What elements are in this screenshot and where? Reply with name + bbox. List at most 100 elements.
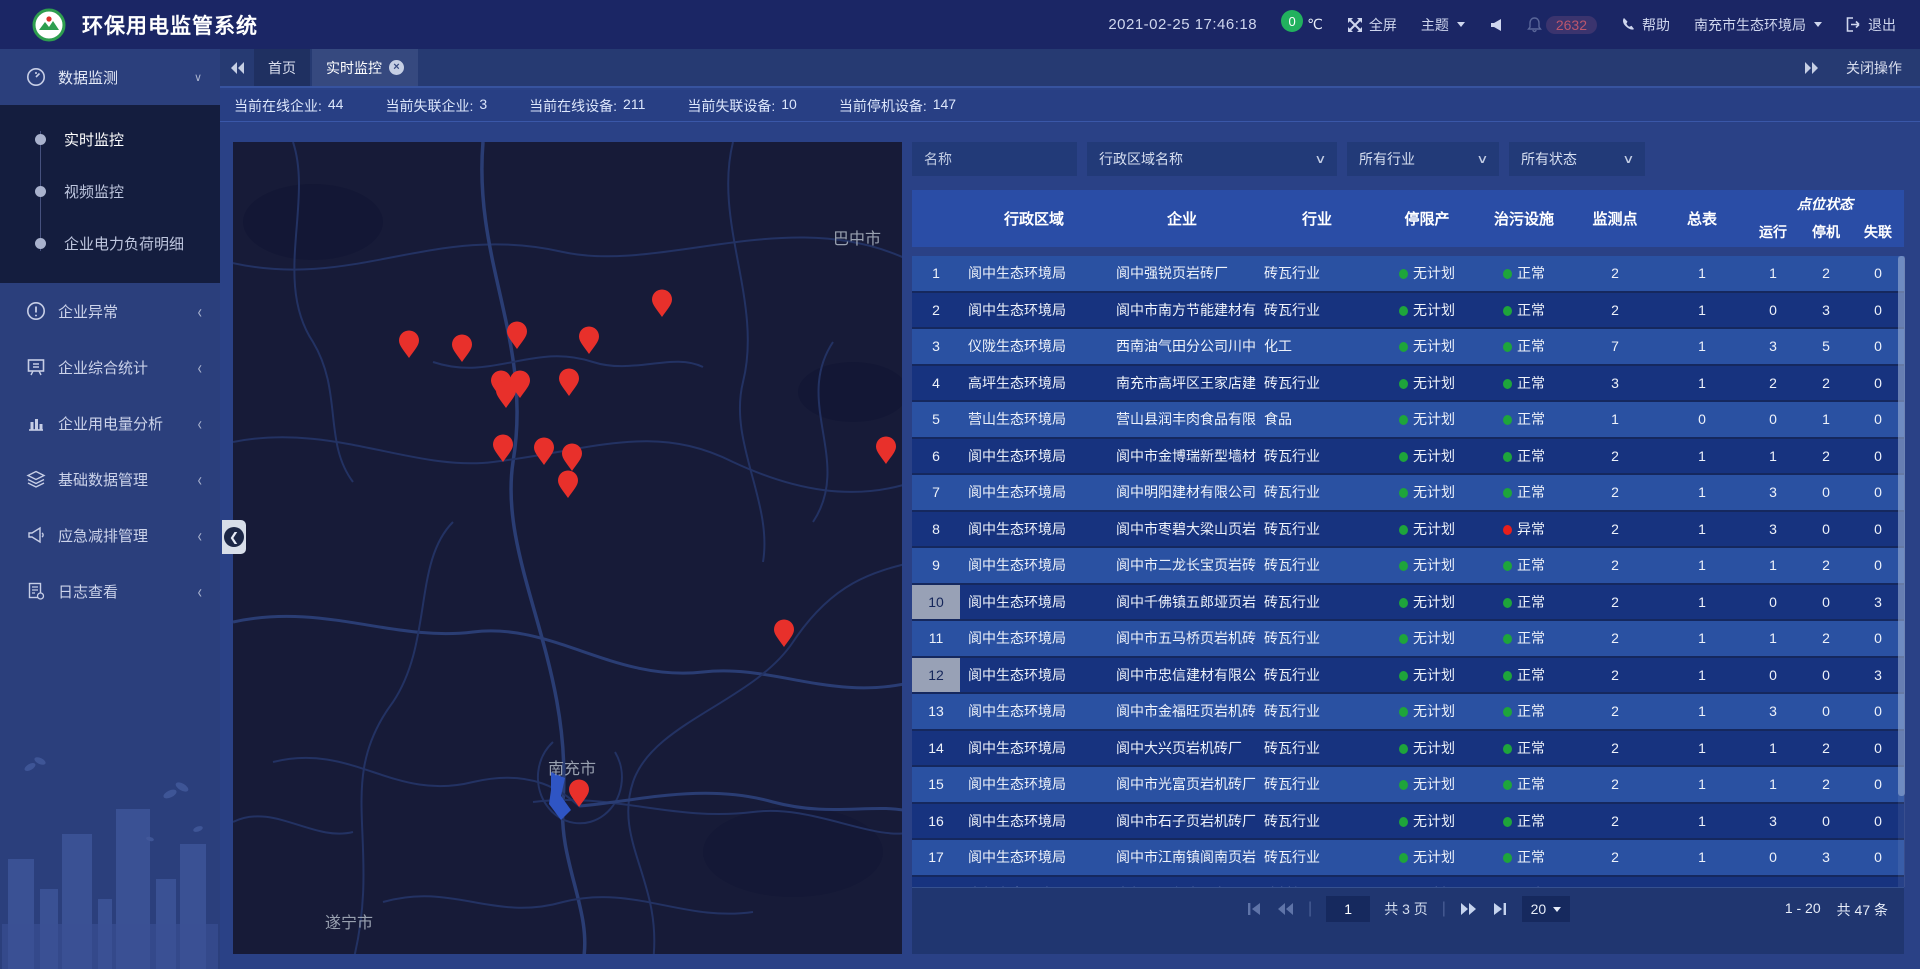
first-page-button[interactable] [1246, 902, 1262, 916]
last-page-button[interactable] [1492, 902, 1508, 916]
bar-chart-icon [26, 413, 46, 433]
next-page-button[interactable] [1460, 902, 1478, 916]
table-row[interactable]: 5 营山生态环境局 营山县润丰肉食品有限 食品 无计划 正常 1 0 0 1 0 [912, 402, 1904, 439]
sidebar-group-log-view[interactable]: 日志查看 ‹ [0, 563, 220, 619]
cell-industry: 砖瓦行业 [1256, 738, 1378, 758]
map-pin[interactable] [534, 438, 554, 466]
cell-company: 阆中千佛镇五郎垭页岩 [1108, 592, 1256, 612]
tab-home[interactable]: 首页 [254, 49, 310, 86]
notifications[interactable]: 2632 [1527, 16, 1597, 34]
cell-pollution-facility: 正常 [1476, 665, 1572, 685]
map[interactable]: 巴中市南充市遂宁市 [233, 142, 902, 954]
cell-industry: 砖瓦行业 [1256, 847, 1378, 867]
map-pin[interactable] [558, 471, 578, 499]
page-size-select[interactable]: 20 [1522, 896, 1570, 922]
map-panel-collapse-handle[interactable]: ❮ [222, 520, 246, 554]
map-pin[interactable] [559, 369, 579, 397]
table-row[interactable]: 13 阆中生态环境局 阆中市金福旺页岩机砖 砖瓦行业 无计划 正常 2 1 3 … [912, 694, 1904, 731]
sidebar-group-emergency-reduction[interactable]: 应急减排管理 ‹ [0, 507, 220, 563]
sidebar-group-power-analysis[interactable]: 企业用电量分析 ‹ [0, 395, 220, 451]
double-chevron-right-icon[interactable] [1804, 61, 1820, 75]
map-pin[interactable] [562, 444, 582, 472]
cell-stopped: 0 [1800, 667, 1852, 683]
tab-close-icon[interactable]: × [389, 60, 404, 75]
table-row[interactable]: 3 仪陇生态环境局 西南油气田分公司川中 化工 无计划 正常 7 1 3 5 0 [912, 329, 1904, 366]
table-row[interactable]: 9 阆中生态环境局 阆中市二龙长宝页岩砖 砖瓦行业 无计划 正常 2 1 1 2… [912, 548, 1904, 585]
map-pin[interactable] [399, 331, 419, 359]
stat-value: 211 [623, 96, 645, 116]
logout-button[interactable]: 退出 [1846, 15, 1896, 35]
status-dot [1399, 525, 1408, 535]
region-select[interactable]: 行政区域名称 ∨ [1087, 142, 1337, 176]
close-operations-button[interactable]: 关闭操作 [1846, 58, 1902, 78]
cell-region: 阆中生态环境局 [960, 701, 1108, 721]
chevron-left-icon: ❮ [224, 527, 244, 547]
table-row[interactable]: 4 高坪生态环境局 南充市高坪区王家店建 砖瓦行业 无计划 正常 3 1 2 2… [912, 366, 1904, 403]
status-dot [1399, 342, 1408, 352]
sidebar-group-data-monitoring[interactable]: 数据监测 ∨ [0, 49, 220, 105]
cell-company: 阆中市金福旺页岩机砖 [1108, 701, 1256, 721]
table-row[interactable]: 17 阆中生态环境局 阆中市江南镇阆南页岩 砖瓦行业 无计划 正常 2 1 0 … [912, 840, 1904, 877]
sidebar-group-enterprise-statistics[interactable]: 企业综合统计 ‹ [0, 339, 220, 395]
table-row[interactable]: 14 阆中生态环境局 阆中大兴页岩机砖厂 砖瓦行业 无计划 正常 2 1 1 2… [912, 731, 1904, 768]
cell-lost: 0 [1852, 411, 1904, 427]
status-dot [1399, 452, 1408, 462]
cell-industry: 化工 [1256, 336, 1378, 356]
theme-dropdown[interactable]: 主题 [1421, 15, 1465, 35]
tabs-scroll-left-button[interactable] [220, 49, 254, 86]
table-row[interactable]: 8 阆中生态环境局 阆中市枣碧大梁山页岩 砖瓦行业 无计划 异常 2 1 3 0… [912, 512, 1904, 549]
sidebar-item-realtime-monitoring[interactable]: 实时监控 [0, 113, 220, 165]
cell-company: 阆中市五马桥页岩机砖 [1108, 628, 1256, 648]
table-row[interactable]: 1 阆中生态环境局 阆中强锐页岩砖厂 砖瓦行业 无计划 正常 2 1 1 2 0 [912, 256, 1904, 293]
scrollbar-thumb[interactable] [1898, 256, 1905, 796]
table-row[interactable]: 2 阆中生态环境局 阆中市南方节能建材有 砖瓦行业 无计划 正常 2 1 0 3… [912, 293, 1904, 330]
table-row[interactable]: 16 阆中生态环境局 阆中市石子页岩机砖厂 砖瓦行业 无计划 正常 2 1 3 … [912, 804, 1904, 841]
org-dropdown[interactable]: 南充市生态环境局 [1694, 15, 1822, 35]
table-row[interactable]: 7 阆中生态环境局 阆中明阳建材有限公司 砖瓦行业 无计划 正常 2 1 3 0… [912, 475, 1904, 512]
cell-industry: 砖瓦行业 [1256, 373, 1378, 393]
table-scrollbar[interactable] [1898, 256, 1905, 887]
fullscreen-button[interactable]: 全屏 [1347, 15, 1397, 35]
cell-industry: 食品 [1256, 409, 1378, 429]
pager-separator: | [1308, 900, 1312, 918]
cell-total-meter: 1 [1658, 703, 1746, 719]
map-pin[interactable] [774, 620, 794, 648]
table-row[interactable]: 6 阆中生态环境局 阆中市金博瑞新型墙材 砖瓦行业 无计划 正常 2 1 1 2… [912, 439, 1904, 476]
status-dot [1399, 853, 1408, 863]
industry-select[interactable]: 所有行业 ∨ [1347, 142, 1499, 176]
cell-index: 10 [912, 585, 960, 620]
cell-region: 阆中生态环境局 [960, 847, 1108, 867]
mute-button[interactable] [1489, 18, 1503, 32]
sidebar-group-enterprise-abnormal[interactable]: 企业异常 ‹ [0, 283, 220, 339]
tab-realtime-monitoring[interactable]: 实时监控 × [312, 49, 418, 86]
help-button[interactable]: 帮助 [1621, 15, 1670, 35]
table-row[interactable]: 10 阆中生态环境局 阆中千佛镇五郎垭页岩 砖瓦行业 无计划 正常 2 1 0 … [912, 585, 1904, 622]
map-pin[interactable] [569, 780, 589, 808]
table-row[interactable]: 12 阆中生态环境局 阆中市忠信建材有限公 砖瓦行业 无计划 正常 2 1 0 … [912, 658, 1904, 695]
cell-total-meter: 1 [1658, 484, 1746, 500]
map-pin[interactable] [652, 290, 672, 318]
sidebar-item-power-load-detail[interactable]: 企业电力负荷明细 [0, 217, 220, 269]
status-dot [1503, 342, 1512, 352]
sidebar-group-basic-data[interactable]: 基础数据管理 ‹ [0, 451, 220, 507]
cell-company: 阆中市忠信建材有限公 [1108, 665, 1256, 685]
page-number-input[interactable] [1326, 896, 1370, 922]
map-pin[interactable] [876, 437, 896, 465]
cell-total-meter: 1 [1658, 667, 1746, 683]
sidebar-item-video-monitoring[interactable]: 视频监控 [0, 165, 220, 217]
cell-production-limit: 无计划 [1378, 665, 1476, 685]
skip-first-icon [1246, 902, 1262, 916]
status-select[interactable]: 所有状态 ∨ [1509, 142, 1645, 176]
table-row[interactable]: 11 阆中生态环境局 阆中市五马桥页岩机砖 砖瓦行业 无计划 正常 2 1 1 … [912, 621, 1904, 658]
name-search-input[interactable] [912, 142, 1077, 176]
map-pin[interactable] [493, 435, 513, 463]
map-pin[interactable] [452, 335, 472, 363]
cell-company: 阆中市金博瑞新型墙材 [1108, 446, 1256, 466]
map-pin[interactable] [579, 327, 599, 355]
table-row[interactable]: 18 南部生态环境局 南部县砿华水泥有限公 建材行业 无计划 正常 6 0 0 … [912, 877, 1904, 888]
cell-lost: 3 [1852, 667, 1904, 683]
table-row[interactable]: 15 阆中生态环境局 阆中市光富页岩机砖厂 砖瓦行业 无计划 正常 2 1 1 … [912, 767, 1904, 804]
cell-region: 阆中生态环境局 [960, 738, 1108, 758]
status-dot [1503, 780, 1512, 790]
prev-page-button[interactable] [1276, 902, 1294, 916]
